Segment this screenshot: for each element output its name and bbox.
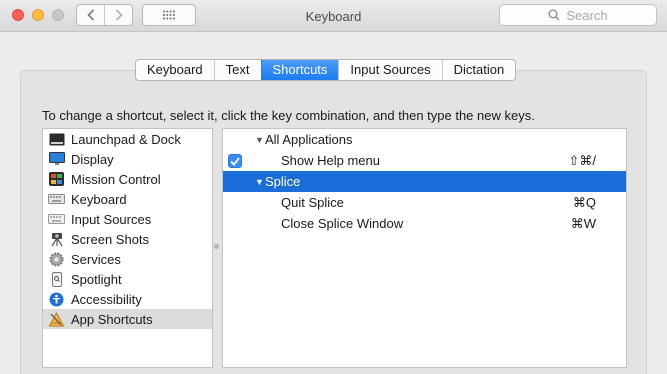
screen-shots-icon [48, 232, 65, 247]
tab-dictation[interactable]: Dictation [441, 60, 516, 80]
shortcut-category-list[interactable]: Launchpad & Dock Display Mission Control… [42, 128, 213, 368]
mission-control-icon [48, 172, 65, 187]
group-splice[interactable]: ▼ Splice [223, 171, 626, 192]
category-label: Input Sources [71, 211, 152, 227]
spotlight-icon [48, 271, 65, 287]
shortcut-row-close-splice-window[interactable]: Close Splice Window ⌘W [223, 213, 626, 234]
shortcut-row-quit-splice[interactable]: Quit Splice ⌘Q [223, 192, 626, 213]
category-accessibility[interactable]: Accessibility [43, 289, 212, 309]
shortcut-key[interactable]: ⇧⌘/ [568, 153, 596, 169]
category-label: Screen Shots [71, 231, 150, 247]
checkmark-icon [230, 156, 240, 166]
disclosure-triangle-icon[interactable]: ▼ [255, 135, 264, 145]
shortcut-label: Show Help menu [281, 153, 380, 168]
tab-shortcuts[interactable]: Shortcuts [260, 60, 339, 80]
category-label: Accessibility [71, 291, 142, 307]
shortcut-label: Quit Splice [281, 195, 344, 210]
search-icon [548, 9, 560, 21]
category-spotlight[interactable]: Spotlight [43, 269, 212, 289]
search-field[interactable]: Search [499, 4, 657, 26]
category-keyboard[interactable]: Keyboard [43, 189, 212, 209]
search-placeholder: Search [566, 7, 608, 23]
category-screen-shots[interactable]: Screen Shots [43, 229, 212, 249]
shortcut-label: Close Splice Window [281, 216, 404, 231]
shortcut-list[interactable]: ▼ All Applications Show Help menu ⇧⌘/ ▼ … [222, 128, 627, 368]
category-mission-control[interactable]: Mission Control [43, 169, 212, 189]
category-label: App Shortcuts [71, 311, 153, 327]
tab-text[interactable]: Text [213, 60, 261, 80]
category-launchpad-dock[interactable]: Launchpad & Dock [43, 129, 212, 149]
tab-keyboard[interactable]: Keyboard [136, 60, 214, 80]
tab-input-sources[interactable]: Input Sources [338, 60, 441, 80]
tab-bar: Keyboard Text Shortcuts Input Sources Di… [135, 59, 517, 81]
category-display[interactable]: Display [43, 149, 212, 169]
accessibility-icon [48, 292, 65, 307]
disclosure-triangle-icon[interactable]: ▼ [255, 177, 264, 187]
shortcut-row-show-help-menu[interactable]: Show Help menu ⇧⌘/ [223, 150, 626, 171]
input-sources-icon [48, 212, 65, 227]
category-services[interactable]: Services [43, 249, 212, 269]
group-all-applications[interactable]: ▼ All Applications [223, 129, 626, 150]
launchpad-dock-icon [48, 132, 65, 147]
shortcut-key[interactable]: ⌘W [571, 216, 596, 232]
category-label: Services [71, 251, 121, 267]
category-label: Mission Control [71, 171, 161, 187]
category-label: Keyboard [71, 191, 127, 207]
category-label: Display [71, 151, 114, 167]
group-label: All Applications [265, 132, 353, 147]
category-app-shortcuts[interactable]: App Shortcuts [43, 309, 212, 329]
display-icon [48, 152, 65, 167]
keyboard-icon [48, 192, 65, 207]
title-bar: Keyboard Search [0, 0, 667, 32]
shortcut-key[interactable]: ⌘Q [573, 195, 596, 211]
enable-checkbox[interactable] [228, 154, 242, 168]
instruction-text: To change a shortcut, select it, click t… [42, 108, 535, 123]
category-label: Spotlight [71, 271, 122, 287]
category-label: Launchpad & Dock [71, 131, 181, 147]
split-view-divider[interactable] [214, 244, 219, 249]
group-label: Splice [265, 174, 301, 189]
services-gear-icon [48, 252, 65, 267]
category-input-sources[interactable]: Input Sources [43, 209, 212, 229]
app-shortcuts-icon [48, 311, 65, 327]
